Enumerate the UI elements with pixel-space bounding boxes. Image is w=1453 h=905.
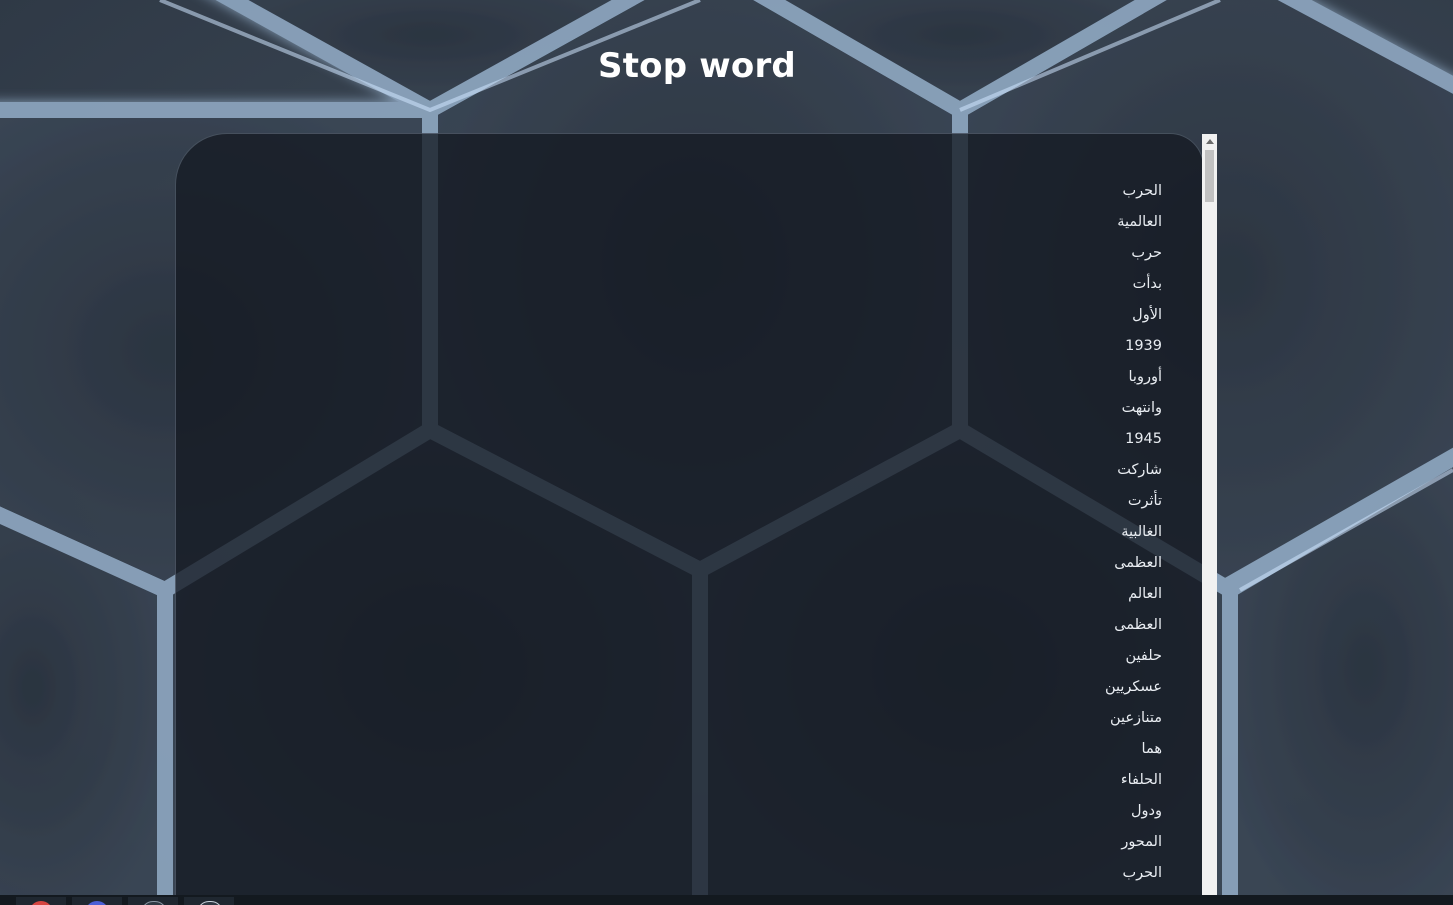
word-item: الحلفاء [1120, 772, 1162, 788]
word-item: العالم [1128, 586, 1162, 602]
word-item: هما [1141, 741, 1162, 757]
arrow-up-icon [1205, 138, 1214, 144]
word-item: أوروبا [1128, 369, 1163, 385]
word-item: الحرب [1122, 865, 1162, 881]
window-icon [197, 901, 223, 905]
word-item: متنازعين [1109, 710, 1162, 726]
word-item: وانتهت [1121, 400, 1162, 416]
word-item: الأول [1132, 307, 1162, 323]
word-item: بدأت [1132, 276, 1162, 292]
word-item: الغالبية [1121, 524, 1162, 540]
word-item: العالمية [1117, 214, 1162, 230]
word-item: عسكريين [1104, 679, 1162, 695]
scroll-thumb[interactable] [1205, 150, 1214, 202]
stop-word-panel: الحرب العالمية حرب بدأت الأول 1939 أوروبا وانته… [175, 133, 1204, 905]
app-icon [85, 901, 109, 905]
word-item: تأثرت [1127, 493, 1162, 509]
taskbar-app-button[interactable] [72, 897, 122, 905]
word-item: العظمى [1114, 555, 1162, 571]
word-item: المحور [1121, 834, 1162, 850]
word-item: شاركت [1117, 462, 1162, 478]
window-icon [141, 901, 167, 905]
taskbar-app-button[interactable] [16, 897, 66, 905]
vertical-scrollbar[interactable] [1202, 134, 1217, 905]
page-title: Stop word [598, 46, 796, 86]
word-item: العظمى [1114, 617, 1162, 633]
stop-word-list: الحرب العالمية حرب بدأت الأول 1939 أوروبا وانته… [176, 134, 1203, 889]
word-item: حلفين [1125, 648, 1162, 664]
word-item: 1939 [1125, 338, 1162, 354]
word-item: ودول [1131, 803, 1162, 819]
scroll-up-button[interactable] [1202, 134, 1217, 148]
word-item: 1945 [1125, 431, 1162, 447]
chrome-icon [29, 901, 53, 905]
taskbar-app-button[interactable] [128, 897, 178, 905]
taskbar [0, 895, 1453, 905]
word-item: الحرب [1122, 183, 1162, 199]
word-item: حرب [1131, 245, 1162, 261]
taskbar-app-button[interactable] [184, 897, 234, 905]
